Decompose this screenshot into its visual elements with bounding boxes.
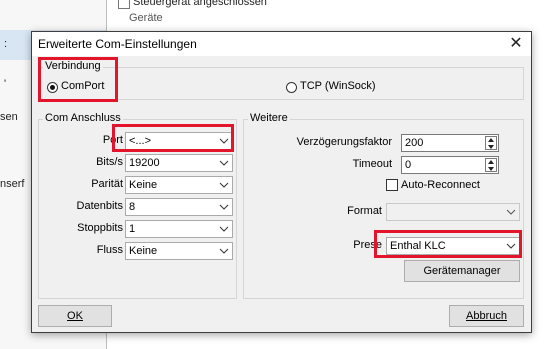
verzoegerung-value: 200 [405,137,424,149]
port-select-value: <...> [129,135,152,147]
fluss-label: Fluss [96,244,123,256]
background-section-label: Geräte [129,12,163,24]
spin-up-icon[interactable] [486,160,496,166]
datenbits-select[interactable]: 8 [125,198,233,216]
close-icon[interactable]: ✕ [501,32,531,56]
format-select[interactable] [386,203,520,221]
preset-label: Prese [353,239,382,251]
background-sidebar-item: nserf [0,178,25,190]
spin-up-icon[interactable] [486,138,496,144]
weitere-group-label: Weitere [248,112,290,124]
chevron-down-icon [219,155,229,171]
chevron-down-icon [506,204,516,220]
paritaet-label: Parität [91,178,123,190]
verzoegerung-input[interactable]: 200 [401,134,499,152]
background-checkbox[interactable] [118,0,130,9]
timeout-label: Timeout [352,158,392,170]
background-sidebar-item: : [4,38,8,50]
chevron-down-icon [219,177,229,193]
port-label: Port [102,134,123,146]
chevron-down-icon [219,133,229,149]
spin-down-icon[interactable] [486,167,496,173]
stoppbits-select[interactable]: 1 [125,220,233,238]
chevron-down-icon [219,243,229,259]
weitere-group: Weitere Verzögerungsfaktor 200 Timeout 0… [243,112,524,299]
ok-button-label: OK [67,310,83,322]
format-label: Format [347,205,382,217]
dialog-title: Erweiterte Com-Einstellungen [38,37,197,51]
abbruch-button[interactable]: Abbruch [449,305,524,327]
chevron-down-icon [506,238,516,254]
auto-reconnect-checkbox[interactable] [386,179,398,191]
comport-radio[interactable] [47,82,58,93]
stoppbits-select-value: 1 [129,223,136,235]
fluss-select-value: Keine [129,245,158,257]
stoppbits-label: Stoppbits [77,222,123,234]
spin-down-icon[interactable] [486,145,496,151]
timeout-value: 0 [405,159,412,171]
paritaet-select-value: Keine [129,179,158,191]
auto-reconnect-label[interactable]: Auto-Reconnect [401,179,480,191]
abbruch-button-label: Abbruch [466,310,507,322]
chevron-down-icon [219,221,229,237]
timeout-input[interactable]: 0 [401,156,499,174]
bits-select[interactable]: 19200 [125,154,233,172]
datenbits-label: Datenbits [76,200,123,212]
verzoegerung-spinner[interactable] [485,136,497,150]
timeout-spinner[interactable] [485,158,497,172]
com-anschluss-group-label: Com Anschluss [43,112,123,124]
com-settings-dialog: Erweiterte Com-Einstellungen ✕ Verbindun… [31,31,532,333]
preset-select[interactable]: Enthal KLC [386,237,520,255]
bits-select-value: 19200 [129,157,160,169]
background-top-text: Steuergerät angeschlossen [133,0,267,8]
comport-radio-label[interactable]: ComPort [61,80,104,92]
preset-select-value: Enthal KLC [390,240,446,252]
ok-button[interactable]: OK [38,305,112,327]
fluss-select[interactable]: Keine [125,242,233,260]
background-sidebar-item: ' [4,78,7,90]
com-anschluss-group: Com Anschluss Port <...> Bits/s 19200 Pa… [38,112,237,299]
chevron-down-icon [219,199,229,215]
port-select[interactable]: <...> [125,132,233,150]
bits-label: Bits/s [96,156,123,168]
tcp-radio-label[interactable]: TCP (WinSock) [300,80,376,92]
verzoegerung-label: Verzögerungsfaktor [296,136,392,148]
background-sidebar-item: sen [0,111,18,123]
paritaet-select[interactable]: Keine [125,176,233,194]
geraetemanager-button[interactable]: Gerätemanager [404,260,520,282]
verbindung-group-label: Verbindung [43,60,103,72]
tcp-radio[interactable] [286,82,297,93]
dialog-titlebar[interactable]: Erweiterte Com-Einstellungen ✕ [32,32,531,56]
datenbits-select-value: 8 [129,201,136,213]
verbindung-group: Verbindung ComPort TCP (WinSock) [38,60,524,100]
